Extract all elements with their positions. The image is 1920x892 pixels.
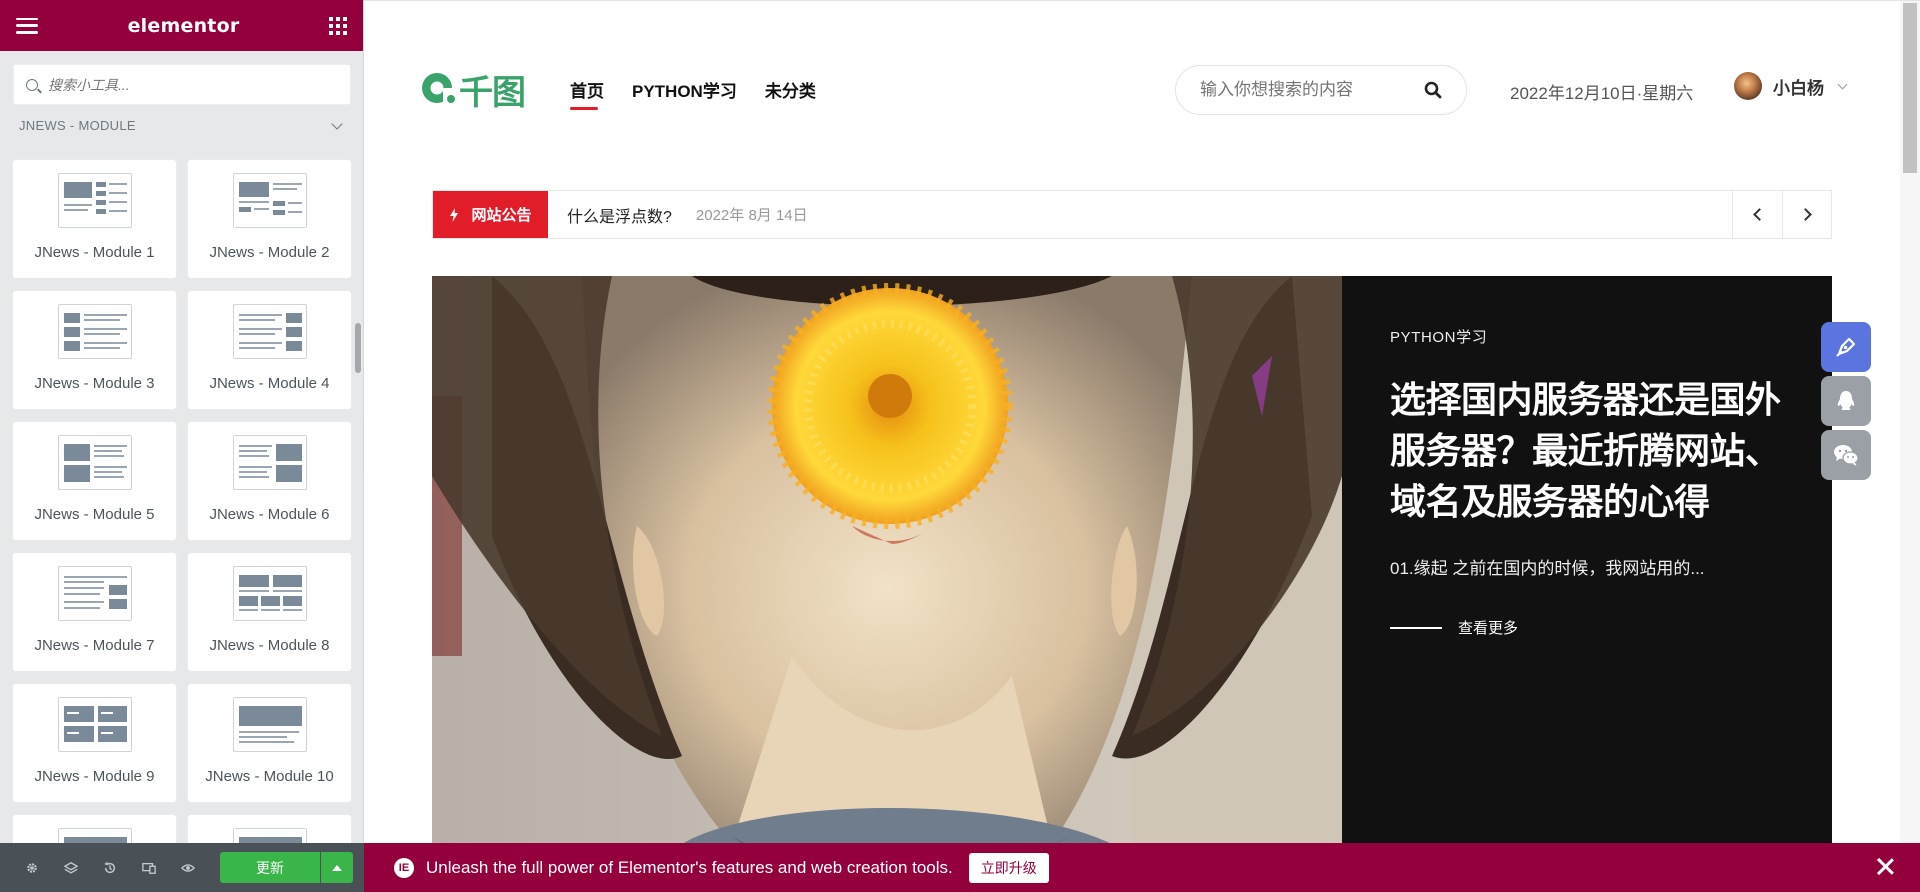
widget-label: JNews - Module 5 (34, 506, 155, 523)
widget-search[interactable] (13, 64, 351, 105)
widget-label: JNews - Module 9 (34, 768, 155, 785)
chevron-down-icon (331, 117, 343, 130)
main-nav: 首页 PYTHON学习 未分类 (570, 77, 816, 110)
site-search-input[interactable] (1200, 80, 1420, 100)
widget-module-5[interactable]: JNews - Module 5 (13, 422, 176, 540)
search-icon[interactable] (1424, 81, 1442, 99)
qq-icon (1837, 391, 1855, 410)
widget-module-10[interactable]: JNews - Module 10 (188, 684, 351, 802)
module-thumbnail-icon (57, 304, 132, 359)
module-thumbnail-icon (57, 697, 132, 752)
responsive-icon[interactable] (129, 843, 168, 892)
elementor-logo: elementor (127, 14, 240, 37)
widget-label: JNews - Module 8 (209, 637, 330, 654)
post-title[interactable]: 选择国内服务器还是国外服务器？最近折腾网站、域名及服务器的心得 (1390, 375, 1784, 528)
post-category[interactable]: PYTHON学习 (1390, 326, 1784, 347)
panel-footer: 更新 (0, 843, 364, 892)
promo-message: Unleash the full power of Elementor's fe… (426, 857, 953, 877)
widget-label: JNews - Module 10 (205, 768, 334, 785)
nav-item-home[interactable]: 首页 (570, 77, 604, 110)
read-more-label: 查看更多 (1458, 620, 1519, 637)
module-thumbnail-icon (57, 173, 132, 228)
category-header[interactable]: JNEWS - MODULE (19, 117, 345, 133)
module-thumbnail-icon (57, 566, 132, 621)
module-thumbnail-icon (57, 435, 132, 490)
search-icon (26, 78, 38, 91)
upgrade-button[interactable]: 立即升级 (968, 852, 1049, 883)
site-search[interactable] (1175, 65, 1467, 115)
news-ticker: 网站公告 什么是浮点数? 2022年 8月 14日 (432, 190, 1832, 239)
wechat-icon (1834, 445, 1859, 466)
user-name: 小白杨 (1773, 78, 1824, 98)
chevron-down-icon (1837, 79, 1848, 89)
read-more-link[interactable]: 查看更多 (1390, 617, 1784, 638)
widget-label: JNews - Module 3 (34, 375, 155, 392)
site-preview: 千图 首页 PYTHON学习 未分类 2022年12月10日·星期六 小白杨 网… (364, 0, 1920, 843)
widget-label: JNews - Module 4 (209, 375, 330, 392)
widget-label: JNews - Module 6 (209, 506, 330, 523)
float-pen-button[interactable] (1821, 322, 1871, 372)
hero-post-card: PYTHON学习 选择国内服务器还是国外服务器？最近折腾网站、域名及服务器的心得… (1342, 276, 1832, 843)
widget-label: JNews - Module 7 (34, 637, 155, 654)
widget-module-6[interactable]: JNews - Module 6 (188, 422, 351, 540)
category-title: JNEWS - MODULE (19, 118, 136, 133)
panel-scrollbar[interactable] (355, 323, 361, 373)
layers-icon[interactable] (51, 843, 90, 892)
close-icon[interactable] (1876, 857, 1894, 875)
float-qq-button[interactable] (1821, 376, 1871, 426)
widget-module-1[interactable]: JNews - Module 1 (13, 160, 176, 278)
ticker-badge: 网站公告 (433, 191, 548, 238)
chevron-left-icon (1753, 208, 1766, 221)
ticker-title[interactable]: 什么是浮点数? (567, 203, 672, 227)
widget-module-7[interactable]: JNews - Module 7 (13, 553, 176, 671)
upgrade-promo-bar: IE Unleash the full power of Elementor's… (364, 843, 1920, 892)
update-options-button[interactable] (321, 852, 353, 883)
elementor-icon: IE (394, 857, 414, 878)
site-logo-text[interactable]: 千图 (459, 65, 526, 114)
ticker-badge-label: 网站公告 (471, 207, 532, 224)
widget-module-3[interactable]: JNews - Module 3 (13, 291, 176, 409)
pen-icon (1836, 337, 1856, 357)
ticker-next-button[interactable] (1782, 191, 1832, 238)
current-date: 2022年12月10日·星期六 (1510, 84, 1694, 103)
widget-module-4[interactable]: JNews - Module 4 (188, 291, 351, 409)
ticker-prev-button[interactable] (1732, 191, 1782, 238)
site-logo-icon[interactable] (419, 69, 459, 109)
eye-icon[interactable] (168, 843, 207, 892)
read-more-line (1390, 626, 1442, 629)
module-thumbnail-icon (232, 304, 307, 359)
widget-grid: JNews - Module 1 JNews - Module 2 JNews … (13, 160, 351, 892)
panel-header: elementor (0, 0, 363, 51)
history-icon[interactable] (90, 843, 129, 892)
nav-item-uncategorized[interactable]: 未分类 (765, 77, 816, 102)
ticker-date: 2022年 8月 14日 (695, 207, 808, 224)
widget-module-8[interactable]: JNews - Module 8 (188, 553, 351, 671)
hero-image[interactable] (432, 276, 1342, 843)
menu-icon[interactable] (16, 17, 38, 34)
gear-icon[interactable] (12, 843, 51, 892)
widget-search-input[interactable] (48, 76, 328, 93)
elementor-panel: elementor JNEWS - MODULE JNews - Module … (0, 0, 364, 892)
lightning-icon (450, 207, 459, 222)
widget-label: JNews - Module 2 (209, 244, 330, 261)
preview-scrollbar-thumb[interactable] (1903, 3, 1917, 173)
chevron-right-icon (1799, 208, 1812, 221)
module-thumbnail-icon (232, 435, 307, 490)
post-excerpt: 01.缘起 之前在国内的时候，我网站用的... (1390, 559, 1705, 578)
module-thumbnail-icon (232, 566, 307, 621)
widget-module-2[interactable]: JNews - Module 2 (188, 160, 351, 278)
nav-item-python[interactable]: PYTHON学习 (632, 77, 737, 102)
avatar (1734, 72, 1762, 100)
float-wechat-button[interactable] (1821, 430, 1871, 480)
update-button[interactable]: 更新 (220, 852, 320, 883)
widgets-grid-icon[interactable] (329, 16, 347, 35)
widget-module-9[interactable]: JNews - Module 9 (13, 684, 176, 802)
user-menu[interactable]: 小白杨 (1734, 72, 1848, 100)
module-thumbnail-icon (232, 173, 307, 228)
module-thumbnail-icon (232, 697, 307, 752)
widget-label: JNews - Module 1 (34, 244, 155, 261)
